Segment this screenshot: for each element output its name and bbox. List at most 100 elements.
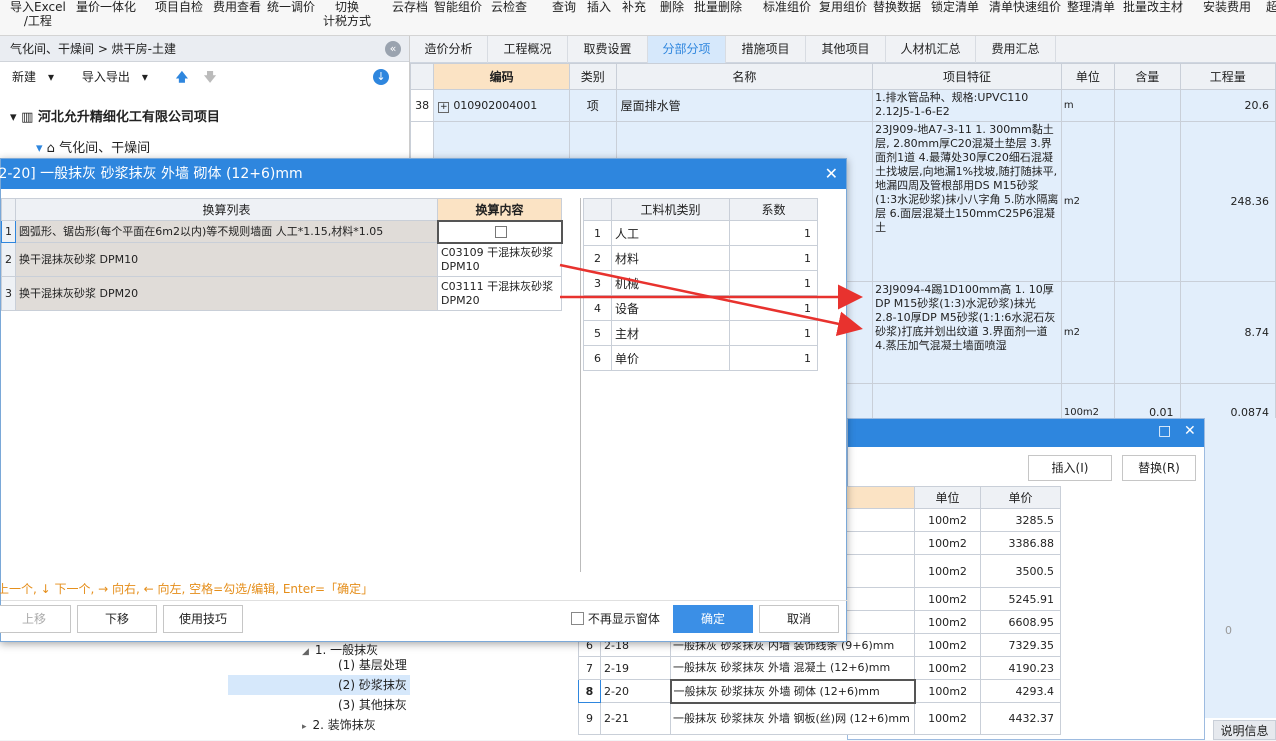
no-show-option[interactable]: 不再显示窗体 <box>571 611 660 627</box>
ribbon-button[interactable]: 统一调价 <box>267 0 315 14</box>
arrow-up-icon[interactable]: 🡅 <box>176 70 188 84</box>
ribbon-button[interactable]: 批量删除 <box>694 0 742 14</box>
unit-cell[interactable]: m2 <box>1060 281 1115 384</box>
name-cell[interactable]: 屋面排水管 <box>615 89 874 122</box>
close-icon[interactable]: ✕ <box>1184 423 1196 439</box>
unit-cell[interactable]: m <box>1060 89 1115 122</box>
table-row[interactable]: 8 2-20 一般抹灰 砂浆抹灰 外墙 砌体 (12+6)mm 100m2 4293.4 <box>578 678 1061 704</box>
feature-cell[interactable]: 23J909-地A7-3-11 1. 300mm黏土层, 2.80mm厚C20混… <box>872 121 1062 282</box>
ribbon-button[interactable]: 云存档 <box>392 0 428 14</box>
amount-cell[interactable]: 20.6 <box>1179 89 1276 122</box>
qty-cell[interactable] <box>1113 121 1181 282</box>
ribbon-button[interactable]: 复用组价 <box>819 0 867 14</box>
conversion-content[interactable]: C03111 干混抹灰砂浆 DPM20 <box>437 276 562 311</box>
unit-cell[interactable]: m2 <box>1060 121 1115 282</box>
ribbon-button[interactable]: 项目自检 <box>155 0 203 14</box>
ribbon-button[interactable]: 插入 <box>587 0 611 14</box>
tab-item[interactable]: 工程概况 <box>488 36 568 63</box>
qty-cell[interactable] <box>1113 89 1181 122</box>
conversion-item[interactable]: 圆弧形、锯齿形(每个平面在6m2以内)等不规则墙面 人工*1.15,材料*1.0… <box>15 220 438 243</box>
ribbon-button[interactable]: 补充 <box>622 0 646 14</box>
move-up-button[interactable]: 上移 <box>0 605 71 633</box>
ribbon-button[interactable]: 安装费用 <box>1203 0 1251 14</box>
collapse-icon[interactable]: « <box>385 41 401 57</box>
tab-item[interactable]: 取费设置 <box>568 36 648 63</box>
ribbon-button[interactable]: 量价一体化 <box>76 0 136 14</box>
ribbon-button[interactable]: 锁定清单 <box>931 0 979 14</box>
table-row[interactable]: 7 2-19 一般抹灰 砂浆抹灰 外墙 混凝土 (12+6)mm 100m2 4190.… <box>578 656 1061 680</box>
tips-button[interactable]: 使用技巧 <box>163 605 243 633</box>
ribbon-button[interactable]: 删除 <box>660 0 684 14</box>
download-icon[interactable]: ↓ <box>373 69 389 85</box>
code-cell[interactable]: 2-19 <box>600 656 671 680</box>
checkbox[interactable] <box>495 225 507 238</box>
ribbon-button[interactable]: 智能组价 <box>434 0 482 14</box>
qty-cell[interactable] <box>1113 281 1181 384</box>
table-row[interactable]: 1 人工 1 <box>583 220 818 246</box>
ribbon-button[interactable]: 切换 计税方式 <box>323 0 371 28</box>
coefficient-value[interactable]: 1 <box>729 220 818 246</box>
tab-item[interactable]: 措施项目 <box>726 36 806 63</box>
tree-root[interactable]: ▾ ▥ 河北允升精细化工有限公司项目 <box>10 106 220 125</box>
conversion-item[interactable]: 换干混抹灰砂浆 DPM10 <box>15 242 438 277</box>
move-down-button[interactable]: 下移 <box>77 605 157 633</box>
coefficient-value[interactable]: 1 <box>729 345 818 371</box>
ribbon-button[interactable]: 导入Excel /工程 <box>10 0 66 28</box>
tab-item[interactable]: 分部分项 <box>648 36 726 63</box>
expand-icon[interactable]: + <box>438 101 450 113</box>
amount-cell[interactable]: 8.74 <box>1179 281 1276 384</box>
table-row[interactable]: 5 主材 1 <box>583 320 818 346</box>
tree-node[interactable]: ▾ ⌂ 气化间、干燥间 <box>36 137 150 156</box>
amount-cell[interactable]: 248.36 <box>1179 121 1276 282</box>
checkbox[interactable] <box>571 612 584 625</box>
ribbon-button[interactable]: 标准组价 <box>763 0 811 14</box>
ribbon-button[interactable]: 云检查 <box>491 0 527 14</box>
table-row[interactable]: 3 机械 1 <box>583 270 818 296</box>
table-row[interactable]: 2 换干混抹灰砂浆 DPM10 C03109 干混抹灰砂浆 DPM10 <box>1 242 562 277</box>
table-row[interactable]: 38 +010902004001 项屋面排水管 1.排水管品种、规格:UPVC110 … <box>409 89 1276 122</box>
table-row[interactable]: 1 圆弧形、锯齿形(每个平面在6m2以内)等不规则墙面 人工*1.15,材料*1.… <box>1 219 563 244</box>
coefficient-value[interactable]: 1 <box>729 295 818 321</box>
ribbon-button[interactable]: 批量改主材 <box>1123 0 1183 14</box>
name-cell[interactable]: 一般抹灰 砂浆抹灰 外墙 钢板(丝)网 (12+6)mm <box>670 702 915 735</box>
table-row[interactable]: 4 设备 1 <box>583 295 818 321</box>
feature-cell[interactable]: 1.排水管品种、规格:UPVC110 2.12J5-1-6-E2 <box>872 89 1062 122</box>
description-button[interactable]: 说明信息 <box>1213 720 1276 740</box>
name-cell[interactable]: 一般抹灰 砂浆抹灰 外墙 砌体 (12+6)mm <box>669 678 916 704</box>
tab-item[interactable]: 费用汇总 <box>976 36 1056 63</box>
table-row[interactable]: 3 换干混抹灰砂浆 DPM20 C03111 干混抹灰砂浆 DPM20 <box>1 276 562 311</box>
tab-item[interactable]: 造价分析 <box>410 36 488 63</box>
code-cell[interactable]: +010902004001 <box>433 89 570 122</box>
maximize-icon[interactable]: □ <box>1158 423 1171 439</box>
ok-button[interactable]: 确定 <box>673 605 753 633</box>
name-cell[interactable]: 一般抹灰 砂浆抹灰 外墙 混凝土 (12+6)mm <box>670 656 915 680</box>
coefficient-value[interactable]: 1 <box>729 245 818 271</box>
conversion-content[interactable]: C03109 干混抹灰砂浆 DPM10 <box>437 242 562 277</box>
ribbon-button[interactable]: 费用查看 <box>213 0 261 14</box>
feature-cell[interactable]: 23J9094-4踢1D100mm高 1. 10厚DP M15砂浆(1:3)水泥… <box>872 281 1062 384</box>
tab-item[interactable]: 其他项目 <box>806 36 886 63</box>
code-cell[interactable]: 2-21 <box>600 702 671 735</box>
import-export-button[interactable]: 导入导出 ▾ <box>82 70 160 84</box>
code-cell[interactable]: 2-20 <box>600 679 671 703</box>
table-row[interactable]: 2 材料 1 <box>583 245 818 271</box>
table-row[interactable]: 9 2-21 一般抹灰 砂浆抹灰 外墙 钢板(丝)网 (12+6)mm 100m2 44… <box>578 702 1061 735</box>
tab-item[interactable]: 人材机汇总 <box>886 36 976 63</box>
type-cell[interactable]: 项 <box>568 89 617 122</box>
ribbon-button[interactable]: 替换数据 <box>873 0 921 14</box>
ribbon-button[interactable]: 清单快速组价 <box>989 0 1061 14</box>
table-row[interactable]: 6 单价 1 <box>583 345 818 371</box>
cancel-button[interactable]: 取消 <box>759 605 839 633</box>
ribbon-button[interactable]: 超 <box>1266 0 1276 14</box>
close-icon[interactable]: ✕ <box>825 159 838 189</box>
coefficient-value[interactable]: 1 <box>729 320 818 346</box>
ribbon-button[interactable]: 整理清单 <box>1067 0 1115 14</box>
conversion-content[interactable] <box>436 219 563 244</box>
replace-button[interactable]: 替换(R) <box>1122 455 1196 481</box>
insert-button[interactable]: 插入(I) <box>1028 455 1112 481</box>
coefficient-value[interactable]: 1 <box>729 270 818 296</box>
new-button[interactable]: 新建 ▾ <box>12 70 66 84</box>
conversion-item[interactable]: 换干混抹灰砂浆 DPM20 <box>15 276 438 311</box>
arrow-down-icon[interactable]: 🡇 <box>204 70 216 84</box>
ribbon-button[interactable]: 查询 <box>552 0 576 14</box>
